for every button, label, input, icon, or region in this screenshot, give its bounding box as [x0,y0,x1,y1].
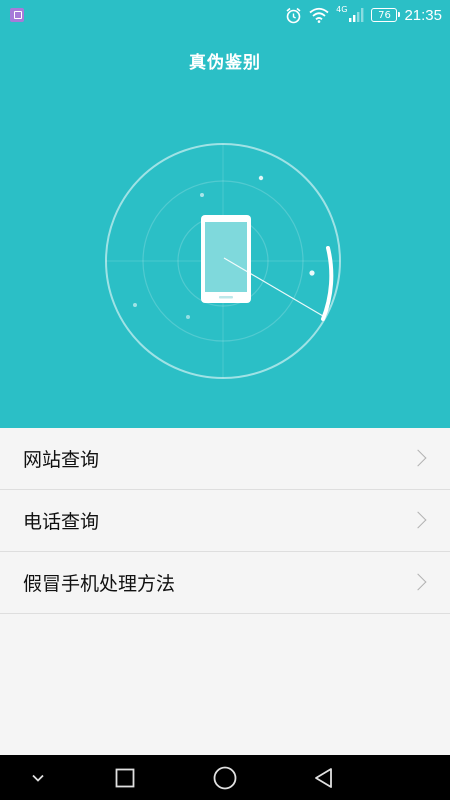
collapse-button[interactable] [8,755,68,800]
status-bar: 4G 76 21:35 [0,0,450,30]
back-button[interactable] [294,755,354,800]
hero-banner: 4G 76 21:35 真伪鉴别 [0,0,450,428]
recents-button[interactable] [95,755,155,800]
menu-list: 网站查询 电话查询 假冒手机处理方法 [0,428,450,614]
back-triangle-icon [315,767,332,788]
phone-query-item[interactable]: 电话查询 [0,490,450,552]
network-type-label: 4G [336,4,348,14]
counterfeit-handling-item[interactable]: 假冒手机处理方法 [0,552,450,614]
home-circle-icon [213,766,237,789]
wifi-icon [309,7,329,23]
menu-item-label: 假冒手机处理方法 [23,573,176,595]
gallery-icon [10,8,24,22]
battery-indicator: 76 [371,8,401,22]
chevron-right-icon [409,511,427,529]
navigation-bar [0,755,450,800]
status-icons: 4G 76 21:35 [285,4,442,26]
battery-level: 76 [378,9,391,21]
chevron-right-icon [409,449,427,467]
menu-item-label: 网站查询 [23,449,100,471]
chevron-right-icon [409,573,427,591]
recents-square-icon [115,768,135,787]
status-time: 21:35 [404,6,442,24]
alarm-clock-icon [286,7,301,23]
signal-icon [349,8,364,22]
menu-item-label: 电话查询 [23,511,100,533]
page-title: 真伪鉴别 [189,53,261,73]
phone-radar-scan-icon [105,143,341,379]
website-query-item[interactable]: 网站查询 [0,428,450,490]
chevron-down-icon [32,774,44,782]
home-button[interactable] [195,755,255,800]
